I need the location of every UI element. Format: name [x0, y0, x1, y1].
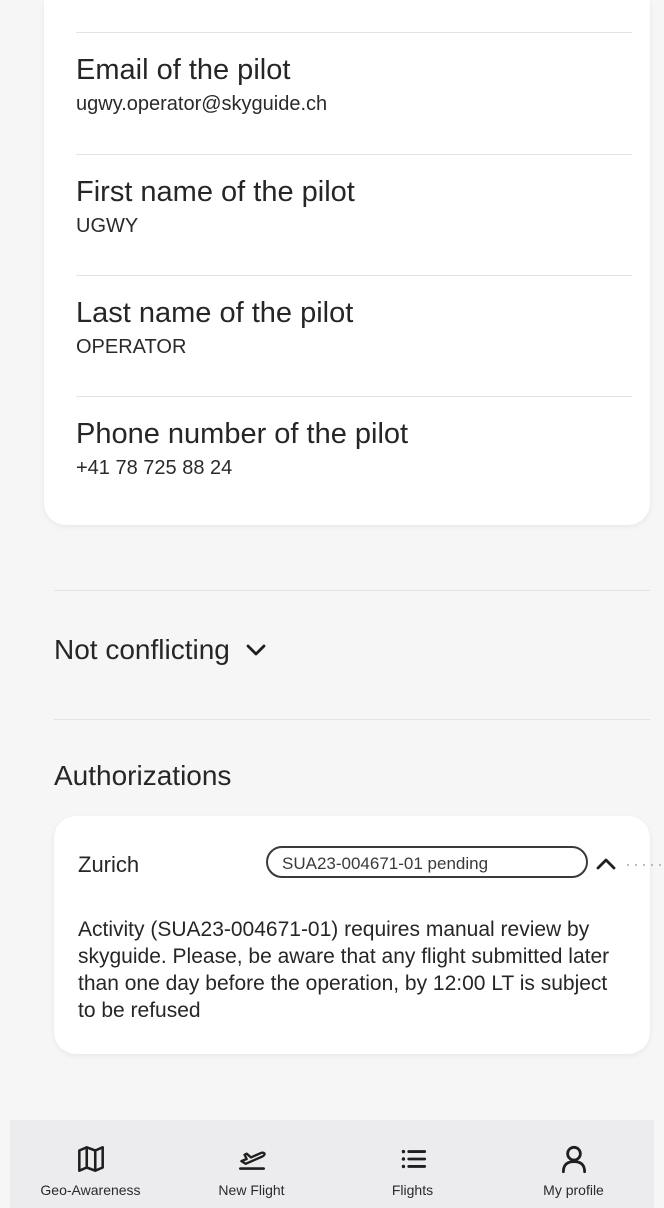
divider [76, 396, 632, 397]
pilot-phone-value: +41 78 725 88 24 [76, 457, 233, 479]
dotted-leader [624, 864, 664, 866]
map-icon [77, 1146, 104, 1172]
content-area: Email of the pilot ugwy.operator@skyguid… [10, 0, 664, 1120]
pilot-email-value: ugwy.operator@skyguide.ch [76, 93, 328, 115]
authorization-message: Activity (SUA23-004671-01) requires manu… [78, 918, 610, 1022]
pilot-last-name-label: Last name of the pilot [76, 297, 354, 329]
divider [76, 32, 632, 33]
divider [76, 154, 632, 155]
authorization-status-badge: SUA23-004671-01 pending [266, 846, 588, 878]
pilot-details-card: Email of the pilot ugwy.operator@skyguid… [44, 0, 650, 525]
authorization-region: Zurich [78, 852, 140, 877]
nav-item-geo-awareness[interactable]: Geo-Awareness [10, 1120, 171, 1208]
list-icon [401, 1149, 426, 1169]
user-icon [561, 1145, 586, 1174]
screen: Email of the pilot ugwy.operator@skyguid… [0, 0, 664, 1208]
pilot-last-name-row: Last name of the pilot OPERATOR [76, 275, 632, 360]
pilot-last-name-value: OPERATOR [76, 336, 187, 358]
nav-item-my-profile[interactable]: My profile [493, 1120, 654, 1208]
pilot-email-label: Email of the pilot [76, 54, 291, 86]
authorizations-title: Authorizations [54, 760, 232, 791]
not-conflicting-toggle[interactable]: Not conflicting [54, 628, 268, 672]
nav-item-new-flight[interactable]: New Flight [171, 1120, 332, 1208]
pilot-first-name-row: First name of the pilot UGWY [76, 154, 632, 239]
nav-label-new-flight: New Flight [218, 1182, 285, 1198]
bottom-navigation: Geo-Awareness New Flight Flights My prof… [10, 1120, 654, 1208]
plane-takeoff-icon [238, 1151, 266, 1170]
chevron-up-icon[interactable] [594, 852, 618, 876]
section-divider [54, 719, 650, 720]
not-conflicting-label: Not conflicting [54, 634, 230, 665]
pilot-first-name-value: UGWY [76, 215, 139, 237]
pilot-phone-label: Phone number of the pilot [76, 418, 409, 450]
pilot-phone-row: Phone number of the pilot +41 78 725 88 … [76, 396, 632, 481]
nav-label-geo-awareness: Geo-Awareness [40, 1182, 141, 1198]
section-divider [54, 590, 650, 591]
chevron-down-icon [246, 644, 266, 656]
pilot-first-name-label: First name of the pilot [76, 176, 355, 208]
pilot-email-row: Email of the pilot ugwy.operator@skyguid… [76, 32, 632, 117]
nav-label-flights: Flights [391, 1182, 434, 1198]
divider [76, 275, 632, 276]
nav-item-flights[interactable]: Flights [332, 1120, 493, 1208]
nav-label-my-profile: My profile [543, 1182, 604, 1198]
authorization-card: Zurich SUA23-004671-01 pending Activity … [54, 816, 664, 1054]
